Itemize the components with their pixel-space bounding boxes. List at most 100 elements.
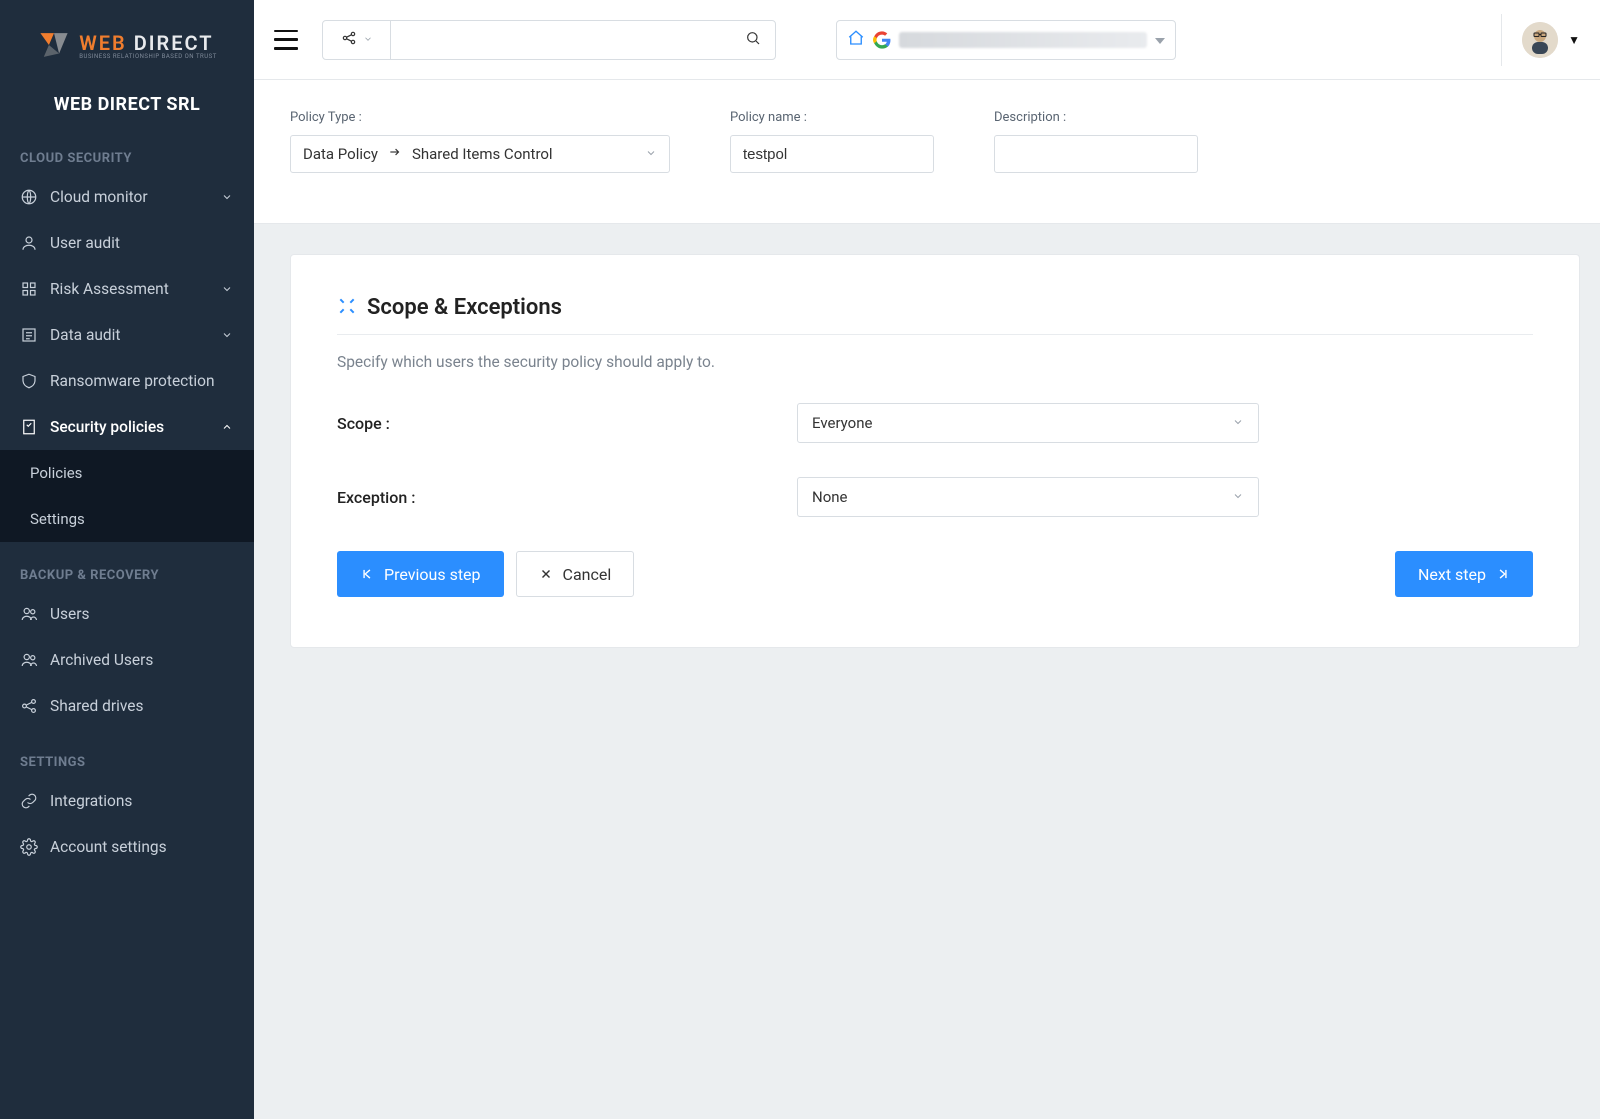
sidebar-item-archived-users[interactable]: Archived Users [0, 637, 254, 683]
field-label: Policy Type : [290, 110, 670, 125]
policy-name-input[interactable] [743, 146, 921, 163]
chevron-down-icon [220, 282, 234, 296]
description-input[interactable] [1007, 146, 1185, 163]
button-label: Next step [1418, 565, 1486, 584]
google-logo-icon [873, 31, 891, 49]
policy-type-value-a: Data Policy [303, 145, 378, 163]
close-icon [539, 567, 553, 581]
brand-word-a: WEB [79, 31, 127, 55]
brand-tagline: BUSINESS RELATIONSHIP BASED ON TRUST [79, 53, 217, 60]
field-policy-type: Policy Type : Data Policy Shared Items C… [290, 110, 670, 173]
chevron-last-icon [1496, 567, 1510, 581]
sidebar-item-cloud-monitor[interactable]: Cloud monitor [0, 174, 254, 220]
gear-icon [20, 838, 38, 856]
sidebar-subitem-policies[interactable]: Policies [0, 450, 254, 496]
caret-down-icon [1155, 32, 1165, 48]
button-label: Previous step [384, 565, 481, 584]
sidebar-item-users[interactable]: Users [0, 591, 254, 637]
search-input[interactable] [391, 21, 731, 59]
global-search [322, 20, 776, 60]
chevron-down-icon [363, 32, 373, 48]
share-nodes-icon [341, 30, 357, 50]
wizard-scope-exceptions: Scope & Exceptions Specify which users t… [290, 254, 1580, 648]
field-label: Policy name : [730, 110, 934, 125]
scope-select[interactable]: Everyone [797, 403, 1259, 443]
chevron-first-icon [360, 567, 374, 581]
chevron-down-icon [645, 145, 657, 163]
row-label: Exception : [337, 488, 797, 507]
policy-header-fields: Policy Type : Data Policy Shared Items C… [254, 80, 1600, 224]
sidebar-item-user-audit[interactable]: User audit [0, 220, 254, 266]
search-icon [745, 30, 761, 50]
exception-select[interactable]: None [797, 477, 1259, 517]
policy-type-select[interactable]: Data Policy Shared Items Control [290, 135, 670, 173]
row-label: Scope : [337, 414, 797, 433]
scope-value: Everyone [812, 414, 872, 432]
button-label: Cancel [563, 565, 612, 584]
scope-icon [337, 296, 357, 320]
sidebar-item-label: Account settings [50, 838, 234, 856]
sidebar-item-label: Risk Assessment [50, 280, 220, 298]
shield-icon [20, 372, 38, 390]
users-archive-icon [20, 651, 38, 669]
sidebar-item-label: Data audit [50, 326, 220, 344]
share-icon [20, 697, 38, 715]
sidebar-item-label: Settings [30, 510, 85, 528]
cancel-button[interactable]: Cancel [516, 551, 635, 597]
hamburger-menu[interactable] [274, 30, 298, 50]
link-icon [20, 792, 38, 810]
policy-name-input-wrap [730, 135, 934, 173]
sidebar-item-shared-drives[interactable]: Shared drives [0, 683, 254, 729]
avatar [1522, 22, 1558, 58]
account-selector[interactable] [836, 20, 1176, 60]
sidebar-item-label: User audit [50, 234, 234, 252]
caret-down-icon: ▼ [1568, 33, 1580, 47]
field-label: Description : [994, 110, 1198, 125]
user-menu[interactable]: ▼ [1501, 14, 1580, 66]
sidebar-item-label: Users [50, 605, 234, 623]
sidebar-item-label: Security policies [50, 418, 220, 436]
sidebar-item-risk-assessment[interactable]: Risk Assessment [0, 266, 254, 312]
sidebar-item-security-policies[interactable]: Security policies [0, 404, 254, 450]
chevron-down-icon [1232, 488, 1244, 506]
exception-value: None [812, 488, 848, 506]
chevron-down-icon [220, 190, 234, 204]
chevron-down-icon [1232, 414, 1244, 432]
main-column: ▼ Policy Type : Data Policy Shared Items… [254, 0, 1600, 1119]
user-icon [20, 234, 38, 252]
field-policy-name: Policy name : [730, 110, 934, 173]
sidebar: WEB DIRECT BUSINESS RELATIONSHIP BASED O… [0, 0, 254, 1119]
sidebar-item-label: Integrations [50, 792, 234, 810]
sidebar-item-label: Archived Users [50, 651, 234, 669]
sidebar-item-label: Shared drives [50, 697, 234, 715]
topbar: ▼ [254, 0, 1600, 80]
grid-icon [20, 280, 38, 298]
sidebar-item-label: Policies [30, 464, 82, 482]
policy-icon [20, 418, 38, 436]
sidebar-subitem-settings[interactable]: Settings [0, 496, 254, 542]
org-name: WEB DIRECT SRL [16, 94, 238, 115]
content-area: Policy Type : Data Policy Shared Items C… [254, 80, 1600, 1119]
sidebar-item-account-settings[interactable]: Account settings [0, 824, 254, 870]
chevron-down-icon [220, 328, 234, 342]
search-filter-dropdown[interactable] [323, 21, 391, 59]
arrow-right-icon [388, 145, 402, 163]
sidebar-item-integrations[interactable]: Integrations [0, 778, 254, 824]
next-step-button[interactable]: Next step [1395, 551, 1533, 597]
globe-icon [20, 188, 38, 206]
previous-step-button[interactable]: Previous step [337, 551, 504, 597]
row-scope: Scope : Everyone [337, 403, 1533, 443]
brand-word-b: DIRECT [127, 31, 214, 55]
sidebar-item-ransomware[interactable]: Ransomware protection [0, 358, 254, 404]
wizard-description: Specify which users the security policy … [337, 353, 1533, 371]
sidebar-item-label: Ransomware protection [50, 372, 234, 390]
home-icon [847, 29, 865, 51]
account-email-blurred [899, 32, 1147, 48]
search-button[interactable] [731, 21, 775, 59]
section-backup-recovery: BACKUP & RECOVERY [0, 542, 254, 591]
section-settings: SETTINGS [0, 729, 254, 778]
sidebar-item-data-audit[interactable]: Data audit [0, 312, 254, 358]
list-icon [20, 326, 38, 344]
description-input-wrap [994, 135, 1198, 173]
chevron-up-icon [220, 420, 234, 434]
